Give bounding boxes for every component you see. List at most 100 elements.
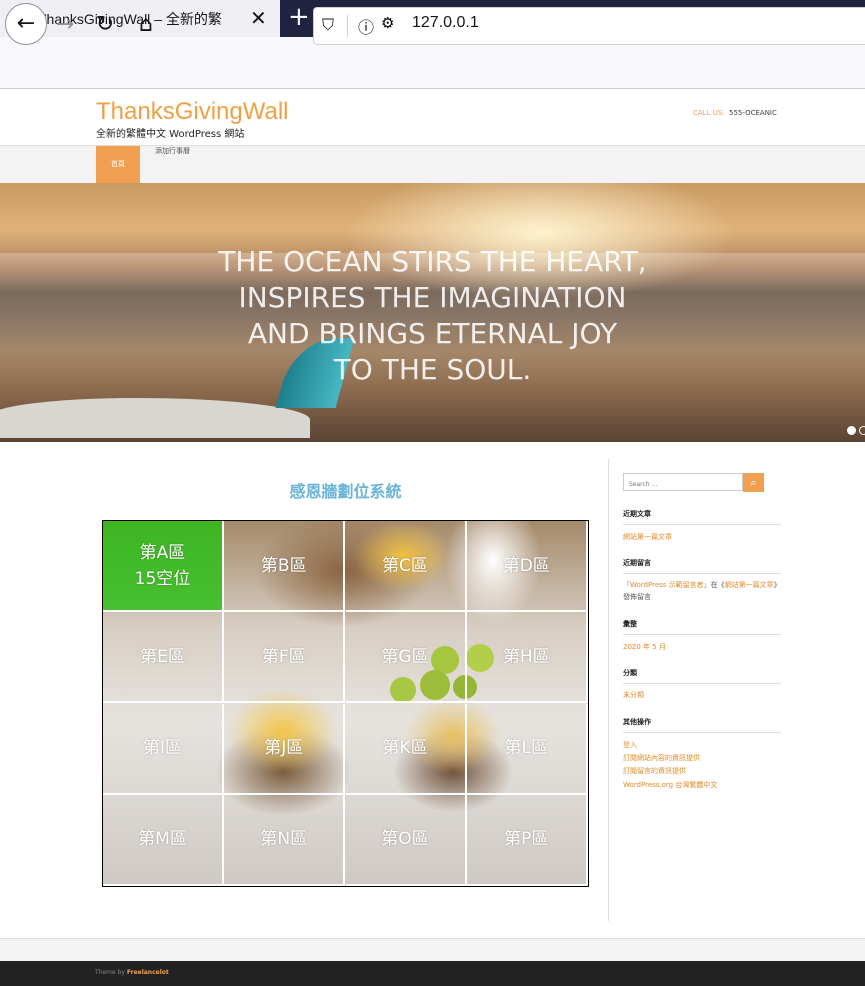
zone-cell[interactable]: 第D區	[466, 521, 588, 612]
sidebar-divider	[608, 459, 609, 921]
site-tagline: 全新的繁體中文 WordPress 網站	[96, 129, 245, 140]
zone-cell[interactable]: 第G區	[345, 612, 467, 704]
recent-comment: 「WordPress 示範留言者」在《網站第一篇文章》發佈留言	[623, 579, 783, 603]
widget-title-recent-comments: 近期留言	[623, 558, 781, 574]
archive-link[interactable]: 2020 年 5 月	[623, 641, 783, 653]
menu-item-add-calendar[interactable]: 添加行事曆	[155, 146, 190, 183]
hero-caption-line: THE OCEAN STIRS THE HEART,	[218, 245, 647, 278]
info-icon[interactable]: ⓘ	[358, 14, 374, 38]
zone-cell-text: 第C區	[382, 553, 428, 579]
call-label: CALL US:	[693, 109, 725, 117]
call-number: 555-OCEANIC	[729, 109, 777, 117]
shield-icon[interactable]: ⛉	[322, 15, 334, 35]
meta-link-wordpress-org[interactable]: WordPress.org 台灣繁體中文	[623, 779, 783, 791]
footer-widgets-area	[0, 938, 865, 962]
site-title[interactable]: ThanksGivingWall	[96, 98, 289, 126]
zone-label: 第N區	[260, 829, 308, 850]
zone-cell-text: 第M區	[138, 826, 187, 852]
zone-cell[interactable]: 第O區	[345, 794, 467, 886]
zone-label: 第D區	[502, 555, 550, 576]
zone-label: 第L區	[504, 738, 548, 758]
zone-cell[interactable]: 第J區	[224, 703, 346, 795]
zone-cell-text: 第F區	[262, 644, 306, 670]
page-title: 感恩牆劃位系統	[289, 482, 402, 501]
zone-cell[interactable]: 第K區	[345, 703, 467, 795]
forward-button[interactable]: →	[50, 10, 80, 40]
zone-cell-text: 第B區	[261, 553, 307, 579]
zone-cell-text: 第L區	[505, 735, 548, 761]
zone-cell-text: 第P區	[504, 826, 548, 852]
widget-title-recent-posts: 近期文章	[623, 509, 781, 525]
zone-label: 第O區	[381, 829, 429, 850]
slider-dot[interactable]	[859, 426, 865, 435]
zone-cell-text: 第H區	[503, 644, 550, 670]
zone-cell-text: 第N區	[260, 826, 307, 852]
close-tab-icon[interactable]: ✕	[250, 6, 267, 30]
menu-item-home[interactable]: 首頁	[96, 146, 140, 183]
surfboard-image	[0, 398, 310, 438]
hero-caption-line: TO THE SOUL.	[333, 353, 532, 386]
permissions-icon[interactable]: ⚙	[381, 14, 394, 32]
slider-dot-active[interactable]	[847, 426, 856, 435]
meta-link-comments-feed[interactable]: 訂閱留言的資訊提供	[623, 765, 783, 777]
zone-cell[interactable]: 第A區 15空位	[103, 521, 224, 612]
search-input[interactable]	[623, 473, 743, 491]
zone-cell[interactable]: 第N區	[224, 794, 346, 886]
zone-label: 第G區	[381, 646, 429, 667]
zone-label: 第I區	[142, 738, 182, 758]
reload-button[interactable]: ↻	[90, 10, 120, 40]
zone-cell[interactable]: 第B區	[224, 521, 346, 612]
new-tab-icon[interactable]: +	[288, 2, 310, 32]
meta-link-entries-feed[interactable]: 訂閱網站內容的資訊提供	[623, 752, 783, 764]
zone-label: 第M區	[138, 829, 187, 850]
footer-credit-prefix: Theme by	[95, 969, 125, 976]
zone-cell-text: 第K區	[382, 735, 427, 761]
zone-label: 第P區	[504, 829, 549, 850]
search-icon: ⌕	[750, 476, 757, 489]
hero-caption-line: AND BRINGS ETERNAL JOY	[247, 317, 618, 350]
zone-label: 第A區	[139, 542, 186, 563]
zone-cell-text: 第I區	[143, 735, 182, 761]
zone-cell[interactable]: 第M區	[103, 794, 224, 886]
zone-label: 第J區	[264, 738, 304, 758]
footer-theme-link[interactable]: Freelancelot	[127, 969, 169, 976]
zone-label: 第K區	[382, 738, 428, 758]
zone-label: 第H區	[502, 646, 550, 667]
url-text[interactable]: 127.0.0.1	[412, 14, 479, 32]
zone-label: 第C區	[382, 555, 428, 576]
zone-label: 第E區	[140, 646, 185, 667]
search-button[interactable]: ⌕	[743, 473, 764, 492]
zone-cell[interactable]: 第L區	[466, 703, 588, 795]
widget-title-categories: 分類	[623, 668, 781, 684]
zone-cell-text: 第A區 15空位	[135, 540, 191, 592]
address-bar[interactable]	[313, 7, 865, 45]
zone-cell-text: 第G區	[381, 644, 428, 670]
widget-title-archives: 彙整	[623, 619, 781, 635]
comment-post-link[interactable]: 網站第一篇文章	[725, 581, 774, 589]
zone-cell-text: 第O區	[381, 826, 428, 852]
widget-title-meta: 其他操作	[623, 717, 781, 733]
zone-label: 第F區	[261, 646, 306, 667]
zone-label: 第B區	[260, 555, 307, 576]
comment-author-link[interactable]: 「WordPress 示範留言者」	[623, 581, 711, 589]
zone-cell[interactable]: 第H區	[466, 612, 588, 704]
hero-slider: THE OCEAN STIRS THE HEART, INSPIRES THE …	[0, 183, 865, 442]
zone-cell[interactable]: 第E區	[103, 612, 224, 704]
zone-cell[interactable]: 第C區	[345, 521, 467, 612]
back-button[interactable]: ←	[5, 3, 47, 45]
comment-text: 在《	[710, 581, 725, 589]
home-button[interactable]: ⌂	[131, 10, 161, 40]
zone-availability: 15空位	[134, 568, 191, 589]
zone-cells: 第A區 15空位 第B區 第C區 第D區第E區 第F區 第G區 第H區第I區 第J區 第K區 第L區…	[103, 521, 588, 886]
meta-link-login[interactable]: 登入	[623, 739, 783, 751]
zone-cell[interactable]: 第I區	[103, 703, 224, 795]
zone-cell-text: 第J區	[264, 735, 303, 761]
category-link[interactable]: 未分類	[623, 689, 783, 701]
footer-credit: Theme by Freelancelot	[95, 969, 169, 976]
zone-cell-text: 第D區	[503, 553, 550, 579]
zone-cell[interactable]: 第P區	[466, 794, 588, 886]
hero-caption-line: INSPIRES THE IMAGINATION	[238, 281, 627, 314]
divider	[347, 15, 348, 37]
recent-post-link[interactable]: 網站第一篇文章	[623, 531, 783, 543]
zone-cell[interactable]: 第F區	[224, 612, 346, 704]
